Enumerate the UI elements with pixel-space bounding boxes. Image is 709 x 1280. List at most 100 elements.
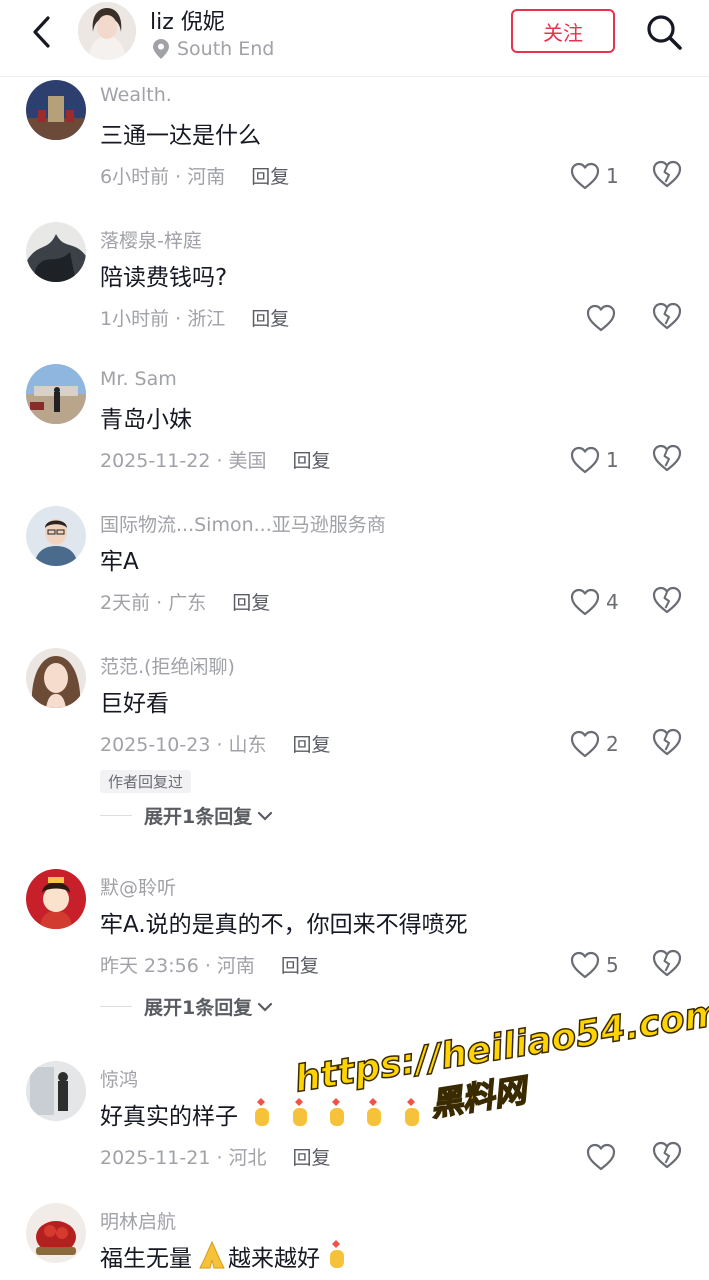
comment-username[interactable]: 范范.(拒绝闲聊) bbox=[100, 652, 235, 679]
comment-username[interactable]: Wealth. bbox=[100, 84, 172, 106]
broken-heart-icon bbox=[652, 444, 682, 472]
reply-button[interactable]: 回复 bbox=[232, 588, 270, 615]
profile-location: South End bbox=[153, 38, 274, 60]
comment-text-content: 福生无量 bbox=[100, 1246, 192, 1272]
heart-icon bbox=[570, 951, 600, 979]
heart-icon bbox=[586, 304, 616, 332]
heart-icon bbox=[570, 446, 600, 474]
comment-time: 2025-11-21 · 河北 bbox=[100, 1147, 267, 1169]
reply-button[interactable]: 回复 bbox=[251, 162, 289, 189]
expand-replies-label: 展开1条回复 bbox=[144, 997, 253, 1019]
reply-button[interactable]: 回复 bbox=[293, 1143, 331, 1170]
comment-username[interactable]: Mr. Sam bbox=[100, 368, 177, 390]
comment-meta: 2025-10-23 · 山东 回复 bbox=[100, 730, 331, 757]
like-button[interactable]: 2 bbox=[570, 728, 620, 760]
comment-text: 福生无量 越来越好 bbox=[100, 1239, 350, 1273]
comment-meta: 2025-11-21 · 河北 回复 bbox=[100, 1143, 331, 1170]
like-button[interactable]: 1 bbox=[570, 160, 620, 192]
like-button[interactable]: 5 bbox=[570, 949, 620, 981]
comment-username[interactable]: 明林启航 bbox=[100, 1207, 176, 1234]
location-label: South End bbox=[177, 38, 275, 60]
comment-username[interactable]: 落樱泉-梓庭 bbox=[100, 226, 202, 253]
avatar[interactable] bbox=[26, 80, 86, 140]
expand-replies-button[interactable]: 展开1条回复 bbox=[100, 993, 274, 1020]
dislike-button[interactable] bbox=[652, 728, 684, 760]
like-count: 5 bbox=[606, 953, 619, 977]
dislike-button[interactable] bbox=[652, 160, 684, 192]
broken-heart-icon bbox=[652, 728, 682, 756]
follow-button[interactable]: 关注 bbox=[511, 9, 615, 53]
dislike-button[interactable] bbox=[652, 586, 684, 618]
search-button[interactable] bbox=[644, 12, 684, 52]
reply-button[interactable]: 回复 bbox=[293, 730, 331, 757]
top-bar: liz 倪妮 South End 关注 bbox=[0, 0, 709, 77]
avatar[interactable] bbox=[26, 648, 86, 708]
comment-time: 1小时前 · 浙江 bbox=[100, 308, 226, 330]
comment-username[interactable]: 国际物流...Simon...亚马逊服务商 bbox=[100, 510, 386, 537]
comment-text: 牢A.说的是真的不，你回来不得喷死 bbox=[100, 912, 468, 938]
finger-heart-emoji-icon bbox=[367, 1098, 382, 1126]
like-count: 1 bbox=[606, 164, 619, 188]
reply-button[interactable]: 回复 bbox=[251, 304, 289, 331]
comment-text: 好真实的样子 bbox=[100, 1097, 425, 1131]
expand-replies-button[interactable]: 展开1条回复 bbox=[100, 802, 274, 829]
search-icon bbox=[647, 15, 682, 50]
finger-heart-emoji-icon bbox=[404, 1098, 419, 1126]
avatar[interactable] bbox=[26, 506, 86, 566]
avatar[interactable] bbox=[26, 222, 86, 282]
comment-text: 牢A bbox=[100, 549, 139, 575]
avatar[interactable] bbox=[26, 1061, 86, 1121]
comment-text: 巨好看 bbox=[100, 691, 169, 717]
broken-heart-icon bbox=[652, 949, 682, 977]
finger-heart-emoji-icon bbox=[255, 1098, 270, 1126]
finger-heart-emoji-icon bbox=[330, 1240, 344, 1268]
comment-time: 2天前 · 广东 bbox=[100, 592, 207, 614]
comment-text: 陪读费钱吗? bbox=[100, 265, 228, 291]
comment-username[interactable]: 默@聆听 bbox=[100, 873, 176, 900]
watermark-site-name: 黑料网 bbox=[427, 1070, 529, 1124]
like-button[interactable]: 4 bbox=[570, 586, 620, 618]
chevron-down-icon bbox=[258, 1002, 273, 1012]
heart-icon bbox=[570, 730, 600, 758]
dislike-button[interactable] bbox=[652, 444, 684, 476]
divider bbox=[100, 815, 132, 816]
chevron-down-icon bbox=[258, 811, 273, 821]
watermark-url: https://heiliao54.com bbox=[291, 992, 709, 1101]
comment-meta: 1小时前 · 浙江 回复 bbox=[100, 304, 289, 331]
dislike-button[interactable] bbox=[652, 1141, 684, 1173]
heart-icon bbox=[586, 1143, 616, 1171]
broken-heart-icon bbox=[652, 302, 682, 330]
comment-text: 青岛小妹 bbox=[100, 407, 192, 433]
profile-avatar[interactable] bbox=[78, 2, 136, 60]
comment-text-content-2: 越来越好 bbox=[228, 1246, 320, 1272]
avatar[interactable] bbox=[26, 364, 86, 424]
back-button[interactable] bbox=[22, 12, 62, 52]
comment-meta: 6小时前 · 河南 回复 bbox=[100, 162, 289, 189]
reply-button[interactable]: 回复 bbox=[281, 951, 319, 978]
chevron-left-icon bbox=[33, 16, 50, 48]
avatar[interactable] bbox=[26, 869, 86, 929]
comment-time: 2025-11-22 · 美国 bbox=[100, 450, 267, 472]
profile-name[interactable]: liz 倪妮 bbox=[150, 4, 225, 36]
dislike-button[interactable] bbox=[652, 302, 684, 334]
finger-heart-emoji-icon bbox=[292, 1098, 307, 1126]
like-button[interactable]: 1 bbox=[570, 444, 620, 476]
comment-meta: 2天前 · 广东 回复 bbox=[100, 588, 270, 615]
like-count: 1 bbox=[606, 448, 619, 472]
like-button[interactable] bbox=[586, 302, 636, 334]
finger-heart-emoji-icon bbox=[329, 1098, 344, 1126]
comment-text-content: 好真实的样子 bbox=[100, 1104, 238, 1130]
broken-heart-icon bbox=[652, 160, 682, 188]
like-count: 4 bbox=[606, 590, 619, 614]
author-replied-badge: 作者回复过 bbox=[100, 770, 192, 793]
comment-time: 昨天 23:56 · 河南 bbox=[100, 955, 255, 977]
dislike-button[interactable] bbox=[652, 949, 684, 981]
heart-icon bbox=[570, 588, 600, 616]
expand-replies-label: 展开1条回复 bbox=[144, 806, 253, 828]
like-button[interactable] bbox=[586, 1141, 636, 1173]
avatar[interactable] bbox=[26, 1203, 86, 1263]
comment-time: 6小时前 · 河南 bbox=[100, 166, 226, 188]
location-pin-icon bbox=[153, 39, 169, 59]
comment-username[interactable]: 惊鸿 bbox=[100, 1065, 138, 1092]
reply-button[interactable]: 回复 bbox=[293, 446, 331, 473]
